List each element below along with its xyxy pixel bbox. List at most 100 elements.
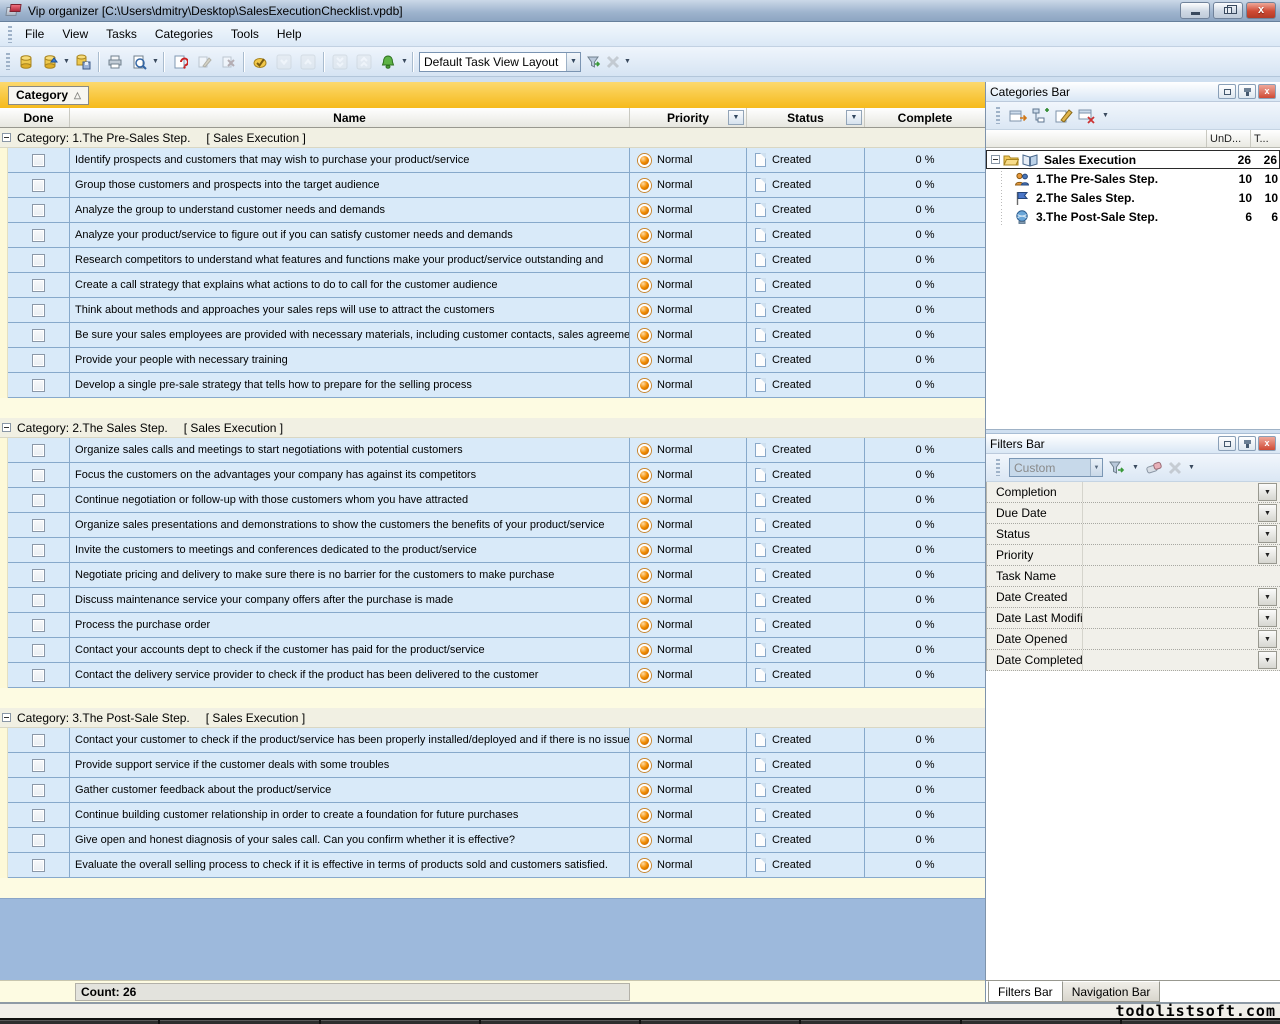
save-filter-button[interactable]: [1108, 460, 1126, 476]
filter-value[interactable]: [1083, 587, 1258, 607]
done-checkbox[interactable]: [32, 519, 45, 532]
complete-task-button[interactable]: [248, 50, 272, 74]
done-checkbox[interactable]: [32, 544, 45, 557]
filter-value[interactable]: [1083, 629, 1258, 649]
filter-dropdown-button[interactable]: ▼: [1258, 504, 1277, 522]
done-checkbox[interactable]: [32, 329, 45, 342]
done-checkbox[interactable]: [32, 594, 45, 607]
categories-pin-button[interactable]: [1238, 84, 1256, 99]
open-database-dropdown[interactable]: ▼: [62, 58, 71, 65]
done-checkbox[interactable]: [32, 179, 45, 192]
menu-item-tasks[interactable]: Tasks: [97, 23, 146, 45]
collapse-icon[interactable]: [2, 713, 11, 722]
task-row[interactable]: Discuss maintenance service your company…: [0, 588, 985, 613]
menu-item-tools[interactable]: Tools: [222, 23, 268, 45]
filter-dropdown-button[interactable]: ▼: [1258, 609, 1277, 627]
done-checkbox[interactable]: [32, 254, 45, 267]
filter-preset-combo[interactable]: Custom ▼: [1009, 458, 1103, 477]
task-row[interactable]: Give open and honest diagnosis of your s…: [0, 828, 985, 853]
category-tree-item[interactable]: Sales Execution2626: [986, 150, 1280, 169]
open-database-button[interactable]: [38, 50, 62, 74]
task-row[interactable]: Focus the customers on the advantages yo…: [0, 463, 985, 488]
done-checkbox[interactable]: [32, 494, 45, 507]
column-header-done[interactable]: Done: [8, 108, 70, 127]
task-row[interactable]: Research competitors to understand what …: [0, 248, 985, 273]
menu-item-view[interactable]: View: [53, 23, 97, 45]
task-row[interactable]: Provide your people with necessary train…: [0, 348, 985, 373]
category-group-row[interactable]: Category: 3.The Post-Sale Step.[ Sales E…: [0, 708, 985, 728]
task-row[interactable]: Develop a single pre-sale strategy that …: [0, 373, 985, 398]
done-checkbox[interactable]: [32, 229, 45, 242]
categories-restore-button[interactable]: [1218, 84, 1236, 99]
filter-value[interactable]: [1083, 545, 1258, 565]
filter-value[interactable]: [1083, 566, 1280, 586]
filter-dropdown-button[interactable]: ▼: [1258, 588, 1277, 606]
priority-filter-button[interactable]: ▼: [728, 110, 744, 125]
categories-close-button[interactable]: x: [1258, 84, 1276, 99]
move-down-button[interactable]: [272, 50, 296, 74]
done-checkbox[interactable]: [32, 759, 45, 772]
task-row[interactable]: Think about methods and approaches your …: [0, 298, 985, 323]
done-checkbox[interactable]: [32, 784, 45, 797]
done-checkbox[interactable]: [32, 469, 45, 482]
column-header-name[interactable]: Name: [70, 108, 630, 127]
filter-value[interactable]: [1083, 650, 1258, 670]
task-row[interactable]: Contact the delivery service provider to…: [0, 663, 985, 688]
category-group-row[interactable]: Category: 2.The Sales Step.[ Sales Execu…: [0, 418, 985, 438]
task-row[interactable]: Negotiate pricing and delivery to make s…: [0, 563, 985, 588]
done-checkbox[interactable]: [32, 379, 45, 392]
tree-column-total[interactable]: T...: [1250, 130, 1280, 147]
done-checkbox[interactable]: [32, 619, 45, 632]
task-row[interactable]: Analyze the group to understand customer…: [0, 198, 985, 223]
menu-item-file[interactable]: File: [16, 23, 53, 45]
filter-dropdown-button[interactable]: ▼: [1258, 483, 1277, 501]
done-checkbox[interactable]: [32, 644, 45, 657]
done-checkbox[interactable]: [32, 304, 45, 317]
notification-button[interactable]: [376, 50, 400, 74]
edit-category-button[interactable]: [1055, 108, 1073, 124]
clear-filter-button[interactable]: [1145, 461, 1163, 475]
task-row[interactable]: Organize sales calls and meetings to sta…: [0, 438, 985, 463]
collapse-icon[interactable]: [2, 133, 11, 142]
move-up-button[interactable]: [296, 50, 320, 74]
tab-navigation-bar[interactable]: Navigation Bar: [1062, 981, 1161, 1002]
save-filter-dropdown[interactable]: ▼: [1131, 464, 1140, 471]
save-layout-button[interactable]: [583, 50, 603, 74]
done-checkbox[interactable]: [32, 669, 45, 682]
done-checkbox[interactable]: [32, 809, 45, 822]
new-database-button[interactable]: [14, 50, 38, 74]
filters-restore-button[interactable]: [1218, 436, 1236, 451]
collapse-icon[interactable]: [2, 423, 11, 432]
task-row[interactable]: Invite the customers to meetings and con…: [0, 538, 985, 563]
move-top-button[interactable]: [352, 50, 376, 74]
layout-dropdown[interactable]: ▼: [623, 58, 632, 65]
delete-filter-button[interactable]: [1168, 461, 1182, 475]
done-checkbox[interactable]: [32, 859, 45, 872]
done-checkbox[interactable]: [32, 204, 45, 217]
restore-button[interactable]: [1213, 2, 1243, 19]
delete-layout-button[interactable]: [603, 50, 623, 74]
filters-close-button[interactable]: x: [1258, 436, 1276, 451]
task-row[interactable]: Identify prospects and customers that ma…: [0, 148, 985, 173]
filter-dropdown-button[interactable]: ▼: [1258, 525, 1277, 543]
layout-combo[interactable]: Default Task View Layout ▼: [419, 52, 581, 72]
tab-filters-bar[interactable]: Filters Bar: [988, 981, 1063, 1002]
filter-value[interactable]: [1083, 608, 1258, 628]
print-preview-button[interactable]: [127, 50, 151, 74]
new-subcategory-button[interactable]: [1032, 108, 1050, 124]
column-header-complete[interactable]: Complete: [865, 108, 985, 127]
task-row[interactable]: Organize sales presentations and demonst…: [0, 513, 985, 538]
task-row[interactable]: Provide support service if the customer …: [0, 753, 985, 778]
task-row[interactable]: Group those customers and prospects into…: [0, 173, 985, 198]
print-dropdown[interactable]: ▼: [151, 58, 160, 65]
group-by-category-button[interactable]: Category △: [8, 86, 89, 105]
task-row[interactable]: Continue building customer relationship …: [0, 803, 985, 828]
tree-collapse-icon[interactable]: [991, 155, 1000, 164]
category-group-row[interactable]: Category: 1.The Pre-Sales Step.[ Sales E…: [0, 128, 985, 148]
task-row[interactable]: Evaluate the overall selling process to …: [0, 853, 985, 878]
filters-toolbar-dropdown[interactable]: ▼: [1187, 464, 1196, 471]
task-row[interactable]: Contact your customer to check if the pr…: [0, 728, 985, 753]
done-checkbox[interactable]: [32, 734, 45, 747]
menu-item-help[interactable]: Help: [268, 23, 311, 45]
task-row[interactable]: Continue negotiation or follow-up with t…: [0, 488, 985, 513]
